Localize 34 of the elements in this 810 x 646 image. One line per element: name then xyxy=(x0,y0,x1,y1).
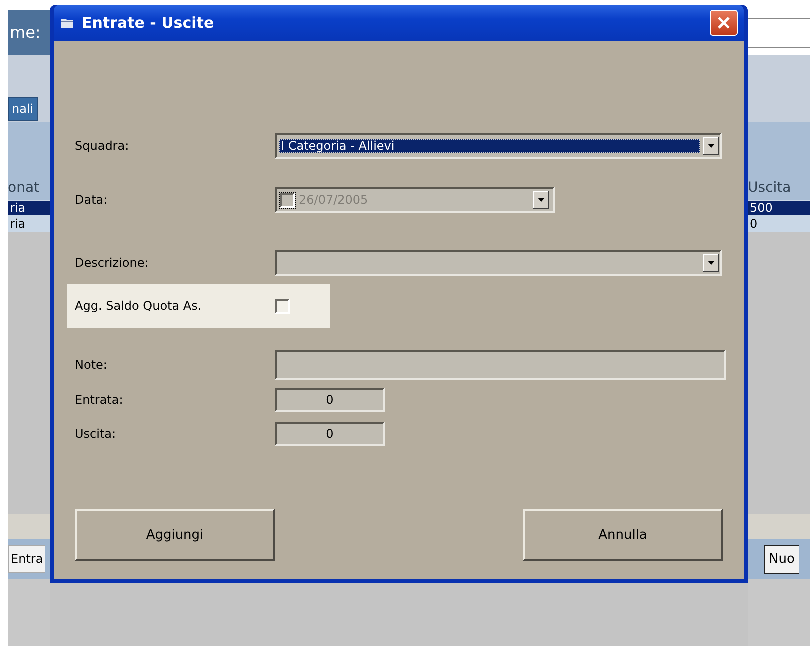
tab-strip xyxy=(748,95,810,122)
field-label: Note: xyxy=(75,358,108,372)
window-title: Entrate - Uscite xyxy=(82,14,216,32)
checkbox[interactable] xyxy=(275,298,290,314)
input-field[interactable]: 0 xyxy=(275,388,385,412)
column-header: Uscita xyxy=(748,180,792,196)
input-field[interactable] xyxy=(275,350,726,380)
close-icon xyxy=(717,16,731,30)
field-label: Data: xyxy=(75,193,109,207)
input-field[interactable]: 0 xyxy=(275,422,385,446)
button[interactable]: Nuo xyxy=(764,544,799,574)
column-header: onat xyxy=(8,180,40,196)
field-label: Uscita: xyxy=(75,427,118,441)
panel-background xyxy=(8,514,50,539)
dialog-button[interactable]: Aggiungi xyxy=(75,509,275,561)
table-cell: ria xyxy=(8,201,50,215)
tab[interactable]: nali xyxy=(8,96,38,120)
field-label: Agg. Saldo Quota As. xyxy=(75,299,203,313)
table-cell: 500 xyxy=(748,201,810,215)
field-label: Descrizione: xyxy=(75,256,150,270)
field-label: me: xyxy=(9,23,41,42)
field-label: Squadra: xyxy=(75,139,130,153)
field-label: Entrata: xyxy=(75,393,124,407)
table-cell-text: 0 xyxy=(749,217,758,231)
button[interactable]: Entra xyxy=(8,545,46,573)
text-field[interactable] xyxy=(748,18,810,48)
panel-background xyxy=(748,514,810,539)
table-cell-text: ria xyxy=(9,217,26,231)
dialog-button[interactable]: Annulla xyxy=(523,509,723,561)
toolbar-background xyxy=(748,55,810,95)
dropdown[interactable] xyxy=(275,250,722,276)
dropdown[interactable]: I Categoria - Allievi xyxy=(275,133,722,159)
close-button[interactable] xyxy=(710,10,738,36)
window-icon xyxy=(60,17,74,29)
